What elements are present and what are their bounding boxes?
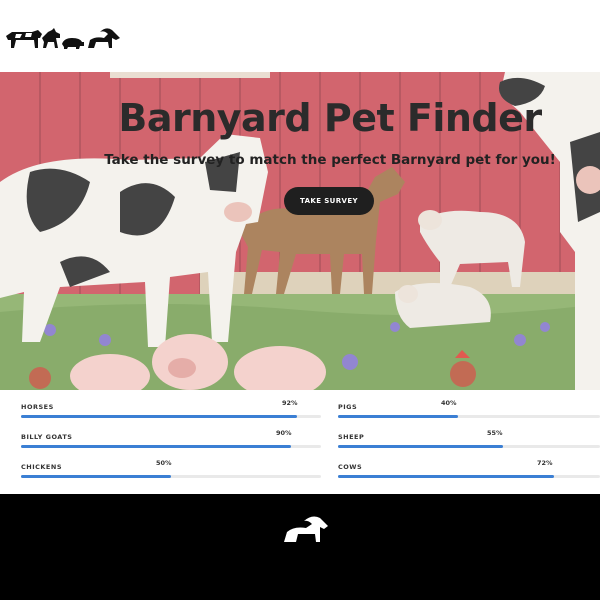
stat-cows: COWS 72% (338, 459, 600, 491)
site-header (0, 0, 600, 72)
stat-label: COWS (338, 463, 363, 471)
stat-percent: 92% (282, 399, 298, 407)
stat-pigs: PIGS 40% (338, 399, 600, 431)
stat-percent: 40% (441, 399, 457, 407)
stat-track (338, 475, 600, 478)
stat-fill (338, 445, 503, 448)
stat-horses: HORSES 92% (21, 399, 321, 431)
stat-fill (21, 475, 171, 478)
stat-track (21, 475, 321, 478)
page-title: Barnyard Pet Finder (118, 96, 542, 140)
stat-label: BILLY GOATS (21, 433, 73, 441)
stat-track (21, 445, 321, 448)
stat-label: PIGS (338, 403, 358, 411)
stat-billy-goats: BILLY GOATS 90% (21, 429, 321, 461)
stat-fill (338, 415, 458, 418)
goat-logo-icon[interactable] (282, 514, 332, 544)
stat-fill (21, 445, 291, 448)
farm-animals-logo-icon[interactable] (4, 26, 124, 52)
stat-percent: 50% (156, 459, 172, 467)
stat-track (338, 445, 600, 448)
page: Barnyard Pet Finder Take the survey to m… (0, 0, 600, 600)
stat-percent: 55% (487, 429, 503, 437)
stat-fill (338, 475, 554, 478)
stat-percent: 90% (276, 429, 292, 437)
hero-subtitle: Take the survey to match the perfect Bar… (104, 152, 556, 168)
stat-chickens: CHICKENS 50% (21, 459, 321, 491)
stat-track (338, 415, 600, 418)
stat-label: CHICKENS (21, 463, 62, 471)
stat-track (21, 415, 321, 418)
stat-label: SHEEP (338, 433, 365, 441)
site-footer (0, 494, 600, 600)
stat-percent: 72% (537, 459, 553, 467)
pet-match-stats: HORSES 92% BILLY GOATS 90% CHICKENS 50% … (0, 390, 600, 494)
take-survey-button[interactable]: TAKE SURVEY (284, 187, 374, 215)
hero-banner: Barnyard Pet Finder Take the survey to m… (0, 72, 600, 390)
stat-label: HORSES (21, 403, 54, 411)
stat-fill (21, 415, 297, 418)
stat-sheep: SHEEP 55% (338, 429, 600, 461)
